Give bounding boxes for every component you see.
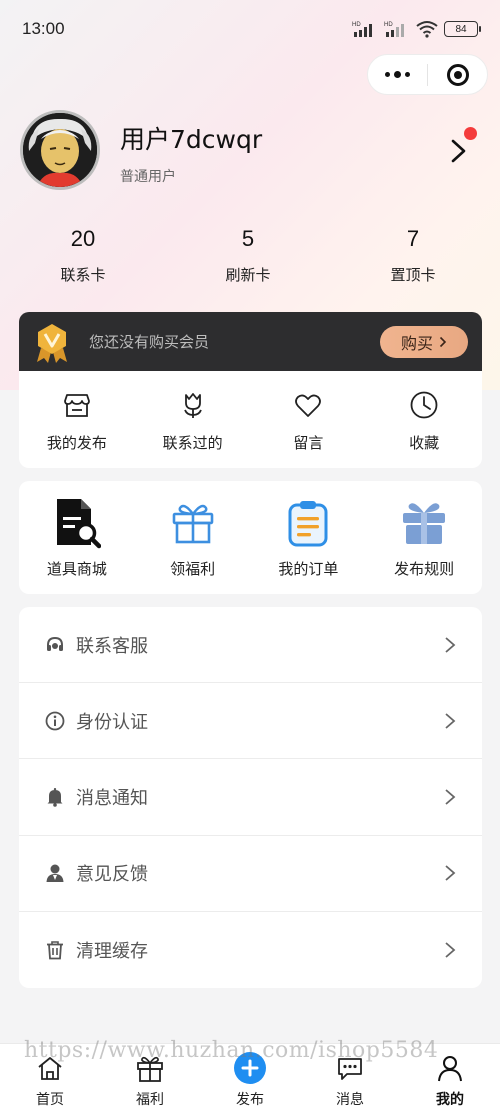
tulip-icon [177,389,209,421]
headset-icon [45,635,65,655]
tab-label: 我的 [436,1092,464,1108]
chevron-right-icon[interactable] [448,138,470,164]
clipboard-icon [283,497,333,549]
wifi-icon [416,21,438,38]
quick-actions-card: 我的发布 联系过的 留言 收藏 [19,371,482,468]
watermark: https://www.huzhan.com/ishop5584 [24,1038,439,1063]
stat-label: 置顶卡 [390,266,436,284]
stat-contact-card[interactable]: 20 联系卡 [18,226,148,285]
stats-row: 20 联系卡 5 刷新卡 7 置顶卡 [0,226,500,296]
gift-outline-icon [168,497,218,549]
action-contacted[interactable]: 联系过的 [135,371,251,468]
tab-label: 福利 [136,1092,164,1108]
vip-banner: 您还没有购买会员 购买 [19,312,482,372]
profile-icon [434,1052,466,1084]
trash-icon [45,940,65,960]
menu-label: 清理缓存 [76,940,148,962]
document-search-icon [52,497,102,549]
more-button[interactable] [368,55,427,94]
service-my-orders[interactable]: 我的订单 [251,481,367,594]
services-card: 道具商城 领福利 我的订单 发布规则 [19,481,482,594]
menu-label: 联系客服 [76,635,148,657]
buy-label: 购买 [400,334,433,353]
tab-label: 消息 [336,1092,364,1108]
avatar-image [23,113,97,187]
buy-vip-button[interactable]: 购买 [380,326,468,358]
stat-label: 刷新卡 [225,266,271,284]
chevron-right-icon [445,789,456,805]
shop-icon [61,389,93,421]
signal-icon: HD [352,22,372,37]
status-icons: HD HD 84 [352,20,481,38]
chevron-right-icon [445,713,456,729]
action-label: 联系过的 [162,434,223,452]
battery-indicator: 84 [444,21,481,37]
service-label: 我的订单 [278,560,339,578]
action-my-posts[interactable]: 我的发布 [19,371,135,468]
service-label: 领福利 [170,560,216,578]
action-label: 收藏 [409,434,440,452]
vip-text: 您还没有购买会员 [89,333,210,351]
service-label: 道具商城 [46,560,107,578]
action-messages[interactable]: 留言 [251,371,367,468]
stat-top-card[interactable]: 7 置顶卡 [348,226,478,285]
svg-text:HD: HD [384,22,393,28]
chevron-right-icon [445,865,456,881]
bell-icon [45,787,65,807]
user-name: 用户7dcwqr [120,125,263,154]
clock-icon [408,389,440,421]
svg-text:HD: HD [352,22,361,28]
notification-dot [464,127,477,140]
target-close-icon [446,63,469,86]
info-icon [45,711,65,731]
service-prop-mall[interactable]: 道具商城 [19,481,135,594]
more-dots-icon [385,71,410,78]
menu-identity-verification[interactable]: 身份认证 [19,683,482,760]
action-label: 我的发布 [46,434,107,452]
menu-notifications[interactable]: 消息通知 [19,759,482,836]
menu-label: 身份认证 [76,711,148,733]
gift-solid-icon [399,497,449,549]
menu-customer-service[interactable]: 联系客服 [19,607,482,684]
tab-label: 首页 [36,1092,64,1108]
chevron-right-icon [445,942,456,958]
stat-label: 联系卡 [60,266,106,284]
menu-label: 意见反馈 [76,864,148,886]
status-time: 13:00 [22,19,65,38]
action-label: 留言 [293,434,324,452]
chevron-right-icon [445,636,456,653]
chevron-right-icon [439,336,447,348]
menu-feedback[interactable]: 意见反馈 [19,836,482,912]
action-favorites[interactable]: 收藏 [366,371,482,468]
tab-label: 发布 [236,1092,264,1108]
stat-refresh-card[interactable]: 5 刷新卡 [183,226,313,285]
stat-value: 7 [406,226,420,251]
service-get-benefits[interactable]: 领福利 [135,481,251,594]
vip-badge-icon [37,324,67,363]
capsule-menu [367,54,488,95]
stat-value: 20 [70,226,96,251]
avatar[interactable] [20,110,100,190]
close-miniprogram-button[interactable] [428,55,487,94]
user-level: 普通用户 [120,169,176,185]
status-bar: 13:00 HD HD 84 [0,0,500,58]
user-icon [45,863,65,883]
settings-menu: 联系客服 身份认证 消息通知 意见反馈 清理缓存 [19,607,482,988]
menu-label: 消息通知 [76,787,148,809]
stat-value: 5 [241,226,255,251]
service-posting-rules[interactable]: 发布规则 [366,481,482,594]
service-label: 发布规则 [394,560,455,578]
menu-clear-cache[interactable]: 清理缓存 [19,912,482,988]
signal-icon-2: HD [384,22,404,37]
heart-icon [292,389,324,421]
